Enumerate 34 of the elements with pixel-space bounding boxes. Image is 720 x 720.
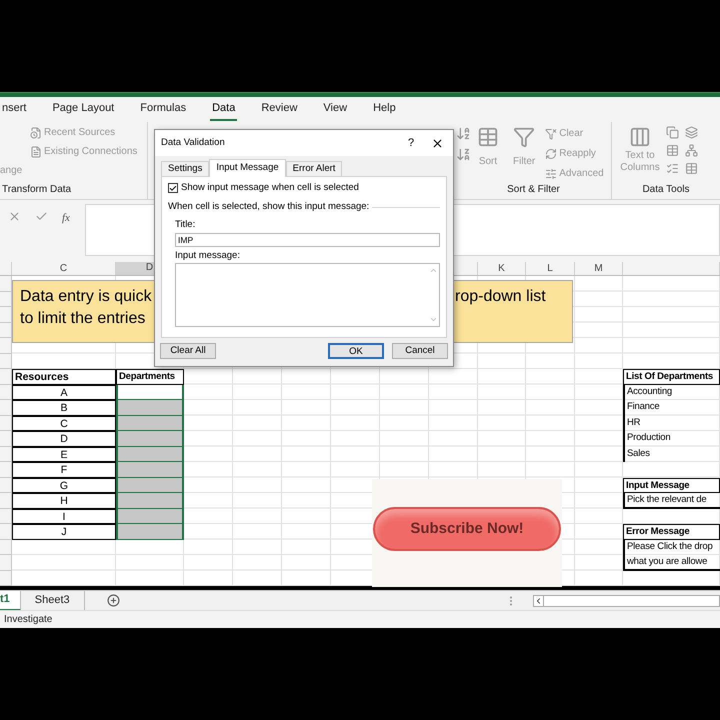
- group-label: Data Tools: [641, 183, 691, 197]
- column-header: Departments: [116, 369, 184, 384]
- field-label: Title:: [175, 218, 196, 232]
- message-text: what you are allowe: [623, 555, 720, 570]
- table-cell: B: [12, 400, 116, 416]
- column-header: Resources: [12, 369, 116, 384]
- field-label: Input message:: [175, 248, 241, 262]
- list-item: Production: [623, 431, 720, 446]
- status-text: Investigate: [4, 613, 52, 627]
- list-header: List Of Departments: [623, 369, 720, 384]
- table-cell: E: [12, 446, 116, 462]
- table-cell: G: [12, 478, 116, 493]
- list-item: Accounting: [623, 384, 720, 400]
- text-box-line: Data entry is quick: [20, 287, 152, 307]
- message-text: Pick the relevant de: [623, 493, 720, 508]
- table-cell: D: [12, 431, 116, 446]
- table-cell: J: [12, 524, 116, 540]
- text-box-line: to limit the entries: [20, 309, 146, 329]
- list-item: Sales: [623, 446, 720, 462]
- list-item: Finance: [623, 400, 720, 416]
- table-cell: C: [12, 416, 116, 431]
- table-cell: F: [12, 462, 116, 478]
- table-cell: H: [12, 493, 116, 508]
- box-header: Error Message: [623, 524, 720, 540]
- group-label: Sort & Filter: [506, 183, 561, 197]
- table-cell: A: [12, 384, 116, 400]
- box-header: Input Message: [623, 478, 720, 493]
- message-text: Please Click the drop: [623, 540, 720, 555]
- text-box-line: rop-down list: [455, 287, 546, 307]
- dialog-title: Data Validation: [161, 136, 226, 150]
- group-label: Transform Data: [1, 183, 72, 197]
- table-cell: I: [12, 508, 116, 524]
- section-label: When cell is selected, show this input message:: [168, 200, 370, 214]
- list-item: HR: [623, 416, 720, 431]
